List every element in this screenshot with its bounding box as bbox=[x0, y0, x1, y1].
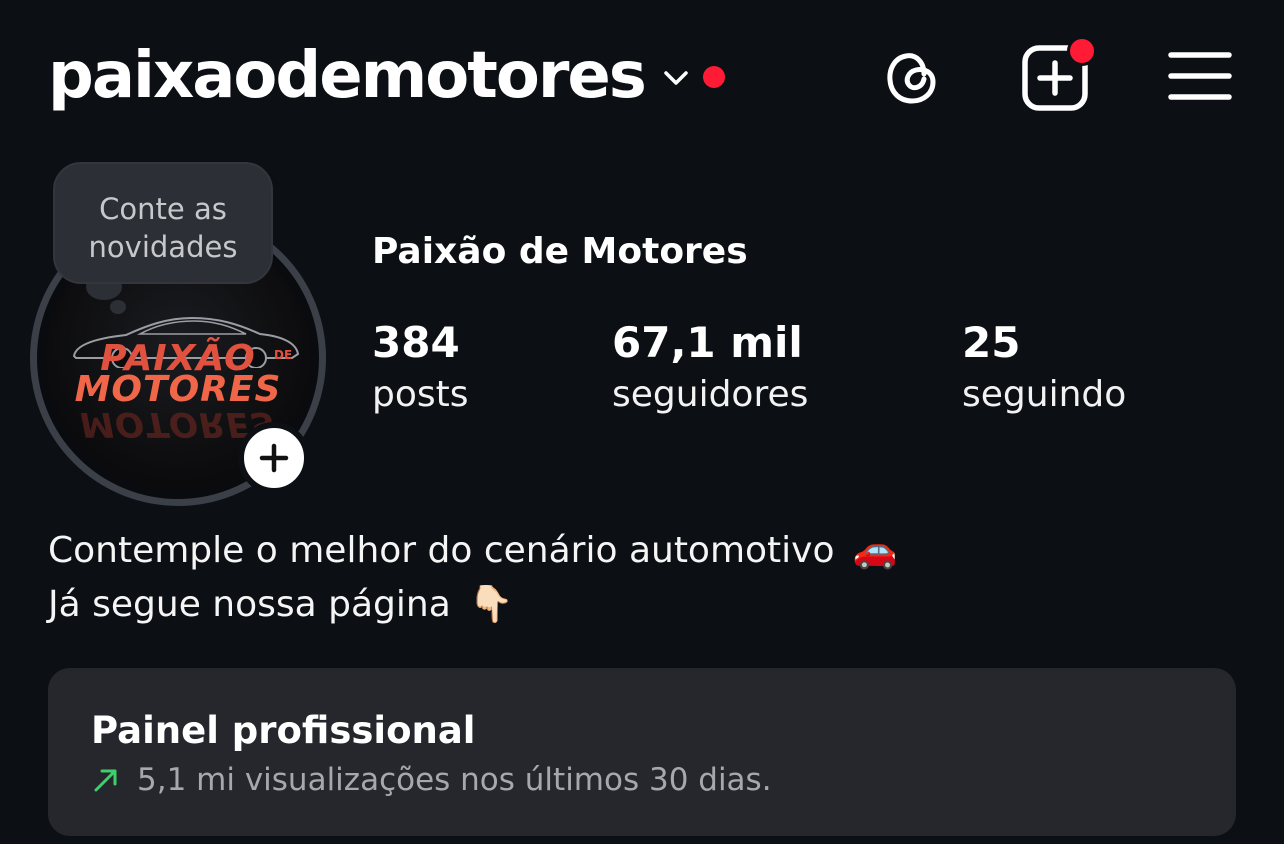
note-bubble[interactable]: Conte as novidades bbox=[53, 162, 273, 284]
bio-line: Contemple o melhor do cenário automotivo… bbox=[48, 524, 897, 578]
posts-count: 384 bbox=[372, 318, 460, 367]
trend-up-arrow-icon bbox=[94, 769, 117, 792]
notification-dot bbox=[1067, 36, 1097, 66]
bio-line: Já segue nossa página 👇🏻 bbox=[48, 578, 897, 632]
chevron-down-icon[interactable] bbox=[659, 61, 693, 95]
plus-icon bbox=[259, 443, 289, 473]
username: paixaodemotores bbox=[48, 39, 647, 113]
followers-count: 67,1 mil bbox=[612, 318, 803, 367]
note-text-line1: Conte as bbox=[99, 192, 227, 226]
following-count: 25 bbox=[962, 318, 1021, 367]
pointing-down-emoji-icon: 👇🏻 bbox=[468, 584, 514, 625]
note-bubble-tail bbox=[110, 300, 126, 314]
logo-text-de: DE bbox=[274, 348, 293, 362]
bio-text: Já segue nossa página bbox=[48, 584, 451, 625]
bio-text: Contemple o melhor do cenário automotivo bbox=[48, 530, 835, 571]
following-stat[interactable]: 25 seguindo bbox=[962, 316, 1126, 420]
dashboard-summary: 5,1 mi visualizações nos últimos 30 dias… bbox=[91, 758, 772, 802]
posts-stat[interactable]: 384 posts bbox=[372, 316, 469, 420]
dashboard-subtitle: 5,1 mi visualizações nos últimos 30 dias… bbox=[137, 762, 772, 798]
account-switcher[interactable]: paixaodemotores bbox=[48, 38, 725, 114]
menu-icon[interactable] bbox=[1168, 50, 1232, 102]
add-story-button[interactable] bbox=[238, 422, 310, 494]
professional-dashboard-card[interactable]: Painel profissional 5,1 mi visualizações… bbox=[48, 668, 1236, 836]
dashboard-title: Painel profissional bbox=[91, 709, 476, 752]
following-label: seguindo bbox=[962, 374, 1127, 415]
car-emoji-icon: 🚗 bbox=[852, 530, 898, 571]
posts-label: posts bbox=[372, 374, 469, 415]
followers-label: seguidores bbox=[612, 374, 809, 415]
threads-icon[interactable] bbox=[880, 44, 944, 108]
display-name: Paixão de Motores bbox=[372, 231, 748, 272]
note-text-line2: novidades bbox=[88, 230, 238, 264]
bio: Contemple o melhor do cenário automotivo… bbox=[48, 524, 897, 632]
followers-stat[interactable]: 67,1 mil seguidores bbox=[612, 316, 808, 420]
profile-header: paixaodemotores bbox=[0, 0, 1284, 150]
notification-dot bbox=[702, 66, 725, 88]
